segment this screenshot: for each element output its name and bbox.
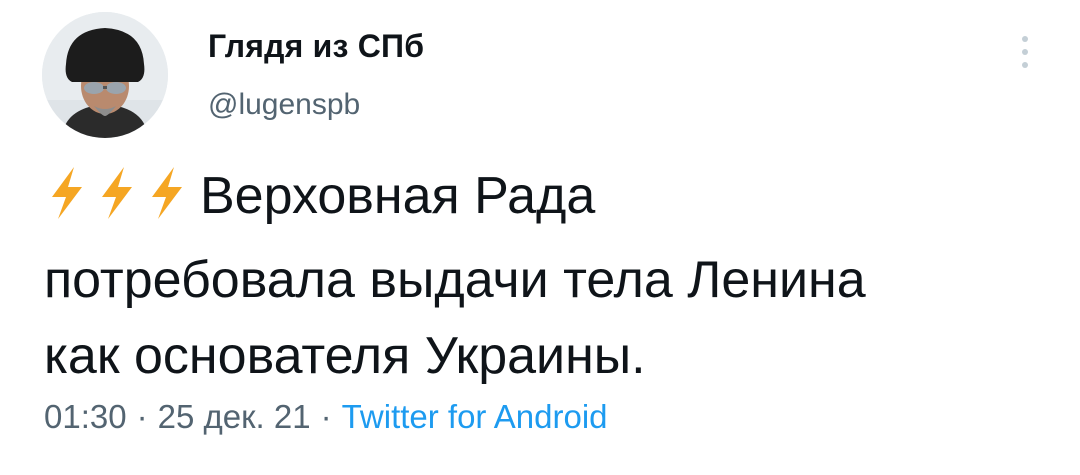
meta-separator: ·: [320, 398, 332, 435]
avatar[interactable]: [42, 12, 168, 138]
meta-separator: ·: [136, 398, 148, 435]
more-dot: [1022, 62, 1028, 68]
tweet-line-1: Верховная Рада: [44, 158, 1054, 242]
author-display-name[interactable]: Глядя из СПб: [208, 28, 424, 65]
tweet-date[interactable]: 25 дек. 21: [158, 398, 311, 435]
high-voltage-icon: [152, 167, 182, 219]
tweet-line-1-text: Верховная Рада: [200, 167, 596, 225]
tweet-meta: 01:30 · 25 дек. 21 · Twitter for Android: [44, 398, 608, 436]
avatar-photo: [42, 12, 168, 138]
high-voltage-icon: [52, 167, 82, 219]
more-dot: [1022, 36, 1028, 42]
tweet-card: Глядя из СПб @lugenspb Верховная Рада по…: [0, 0, 1080, 475]
emoji-group: [44, 165, 194, 242]
high-voltage-icon: [102, 167, 132, 219]
tweet-line-3: как основателя Украины.: [44, 327, 646, 385]
tweet-time[interactable]: 01:30: [44, 398, 127, 435]
more-dot: [1022, 49, 1028, 55]
tweet-line-2: потребовала выдачи тела Ленина: [44, 251, 866, 309]
author-handle[interactable]: @lugenspb: [208, 88, 360, 122]
tweet-text: Верховная Рада потребовала выдачи тела Л…: [44, 158, 1054, 394]
more-options-icon[interactable]: [1010, 32, 1040, 72]
tweet-source-link[interactable]: Twitter for Android: [342, 398, 608, 435]
